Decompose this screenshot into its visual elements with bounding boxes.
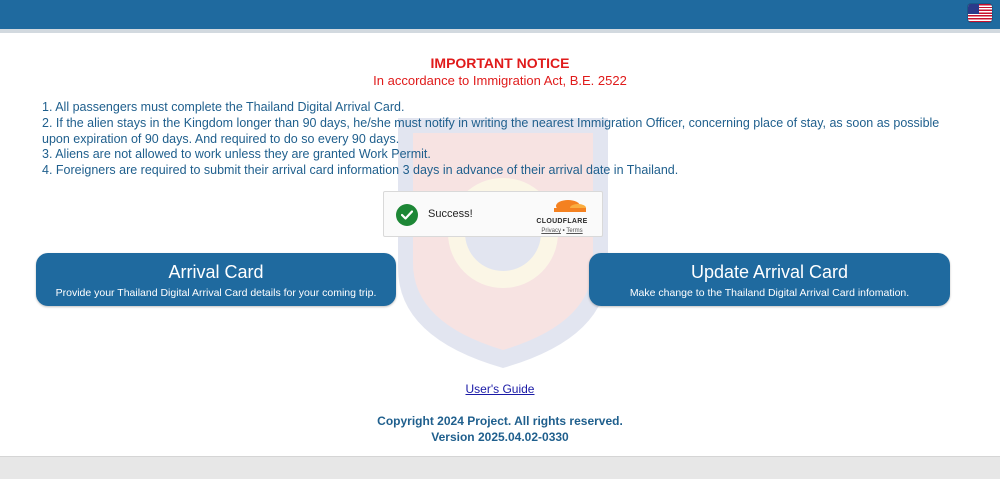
top-header-bar (0, 0, 1000, 33)
arrival-card-title: Arrival Card (168, 262, 264, 282)
users-guide-link[interactable]: User's Guide (466, 382, 535, 396)
notice-rules-list: 1. All passengers must complete the Thai… (42, 100, 962, 179)
update-arrival-card-title: Update Arrival Card (690, 262, 849, 282)
cloudflare-captcha-widget[interactable]: Success! CLOUDFLARE Privacy • Terms (383, 191, 603, 237)
notice-rule-item: 1. All passengers must complete the Thai… (42, 100, 405, 114)
arrival-card-description: Provide your Thailand Digital Arrival Ca… (55, 287, 377, 299)
check-circle-icon (396, 204, 418, 226)
copyright-text: Copyright 2024 Project. All rights reser… (377, 414, 623, 428)
cloudflare-brand: CLOUDFLARE Privacy • Terms (532, 198, 592, 234)
cloudflare-cloud-icon (554, 200, 586, 212)
flag-canton (968, 4, 979, 14)
terms-link[interactable]: Terms (566, 228, 582, 234)
link-separator: • (562, 228, 565, 234)
version-text: Version 2025.04.02-0330 (431, 430, 569, 444)
us-flag-icon[interactable] (968, 4, 992, 22)
privacy-link[interactable]: Privacy (541, 228, 561, 234)
notice-title: IMPORTANT NOTICE (430, 55, 570, 71)
users-guide-container: User's Guide (0, 380, 1000, 398)
bottom-bar (0, 456, 1000, 479)
arrival-card-button[interactable]: Arrival Card Provide your Thailand Digit… (36, 253, 396, 306)
update-arrival-card-button[interactable]: Update Arrival Card Make change to the T… (589, 253, 950, 306)
cloudflare-logo-text: CLOUDFLARE (536, 218, 588, 225)
notice-rule-item: 2. If the alien stays in the Kingdom lon… (42, 115, 940, 146)
captcha-links: Privacy • Terms (532, 228, 592, 234)
notice-subtitle: In accordance to Immigration Act, B.E. 2… (373, 73, 627, 88)
update-arrival-card-description: Make change to the Thailand Digital Arri… (629, 287, 910, 299)
captcha-status-text: Success! (428, 208, 473, 220)
footer-copyright: Copyright 2024 Project. All rights reser… (0, 413, 1000, 445)
notice-rule-item: 4. Foreigners are required to submit the… (42, 163, 679, 178)
notice-rule-item: 3. Aliens are not allowed to work unless… (42, 147, 431, 162)
